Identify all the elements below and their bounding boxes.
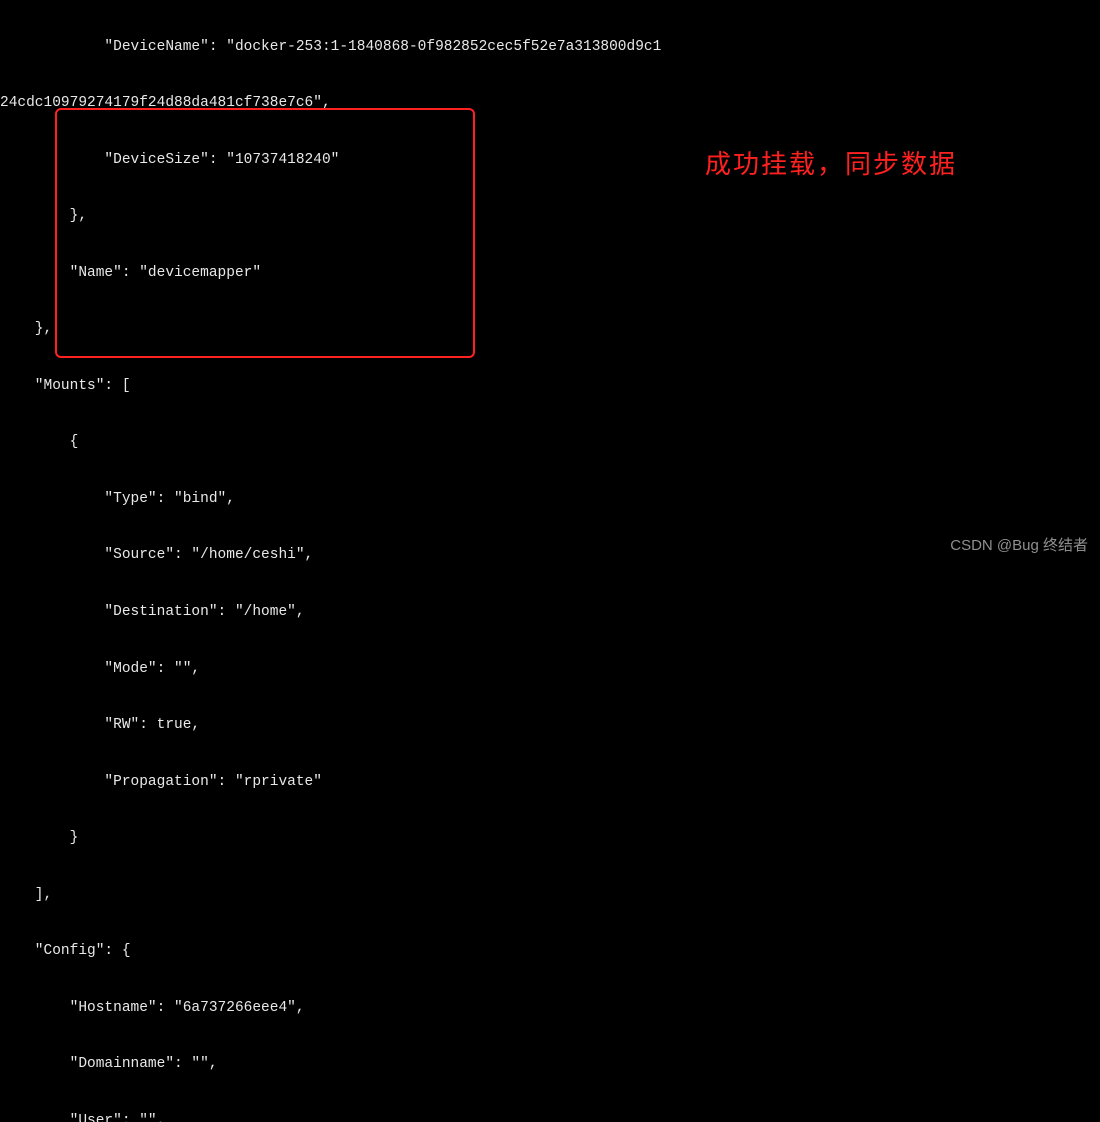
annotation-text: 成功挂载，同步数据 [705, 148, 957, 182]
json-line: } [0, 829, 1100, 848]
json-line: }, [0, 320, 1100, 339]
json-line: { [0, 433, 1100, 452]
json-line: "Type": "bind", [0, 490, 1100, 509]
json-line: "Source": "/home/ceshi", [0, 546, 1100, 565]
json-line: "Config": { [0, 942, 1100, 961]
json-line: "Hostname": "6a737266eee4", [0, 999, 1100, 1018]
json-line: "Propagation": "rprivate" [0, 773, 1100, 792]
json-line: }, [0, 207, 1100, 226]
json-line: "User": "", [0, 1112, 1100, 1122]
json-line: ], [0, 886, 1100, 905]
json-line: 24cdc10979274179f24d88da481cf738e7c6", [0, 94, 1100, 113]
json-line: "Name": "devicemapper" [0, 264, 1100, 283]
json-line: "Mounts": [ [0, 377, 1100, 396]
json-line: "DeviceName": "docker-253:1-1840868-0f98… [0, 38, 1100, 57]
json-line: "RW": true, [0, 716, 1100, 735]
json-line: "Domainname": "", [0, 1055, 1100, 1074]
json-line: "Destination": "/home", [0, 603, 1100, 622]
watermark-text: CSDN @Bug 终结者 [950, 536, 1088, 556]
json-line: "Mode": "", [0, 660, 1100, 679]
